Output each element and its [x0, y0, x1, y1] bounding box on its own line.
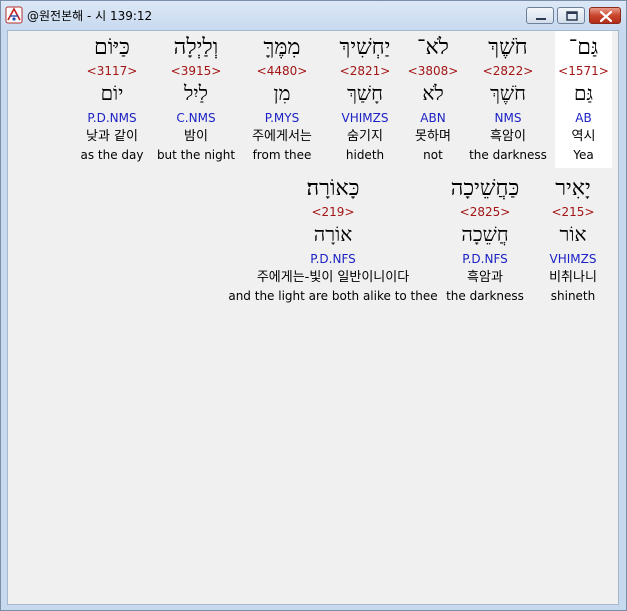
hebrew-word: מִמֶּךָּ [263, 35, 301, 60]
korean-gloss: 흑암과 [467, 270, 503, 285]
korean-gloss: 주에게는-빛이 일반이니이다 [256, 270, 410, 285]
strongs-number[interactable]: <2822> [467, 64, 549, 78]
morphology-code[interactable]: VHIMZS [329, 111, 401, 125]
strongs-number[interactable]: <2825> [441, 205, 529, 219]
strongs-number[interactable]: <3117> [72, 64, 152, 78]
app-window: @원전본해 - 시 139:12 גַּם־ <1571> גַּם AB 역시 [0, 0, 627, 611]
hebrew-word: וְלַיְלָה [173, 35, 219, 60]
word-gam[interactable]: גַּם־ <1571> גַּם AB 역시 Yea [555, 31, 612, 168]
korean-gloss: 낮과 같이 [86, 129, 138, 144]
english-gloss: shineth [550, 289, 596, 303]
word-kayyom[interactable]: כַּיּוֹם <3117> יוֹם P.D.NMS 낮과 같이 as th… [72, 31, 152, 168]
hebrew-lexeme: לַיִל [184, 81, 208, 105]
hebrew-lexeme: חֲשֵׁכָה [461, 222, 509, 246]
morphology-code[interactable]: VHIMZS [533, 252, 613, 266]
english-gloss: and the light are both alike to thee [228, 289, 438, 303]
english-gloss: hideth [345, 148, 385, 162]
hebrew-word: לֹא־ [417, 35, 449, 60]
morphology-code[interactable]: P.D.NFS [441, 252, 529, 266]
english-gloss: from thee [252, 148, 312, 162]
hebrew-lexeme: יוֹם [100, 81, 124, 105]
word-yachshik[interactable]: יַחְשִׁיךְ <2821> חָשַׁךְ VHIMZS 숨기지 hid… [329, 31, 401, 168]
hebrew-lexeme: גַּם [573, 81, 594, 105]
hebrew-word: כַּיּוֹם [94, 35, 130, 60]
hebrew-word: חֹשֶׁךְ [488, 35, 528, 60]
strongs-number[interactable]: <3808> [405, 64, 461, 78]
word-kaorah[interactable]: כָּאוֹרָה׃ <219> אוֹרָה P.D.NFS 주에게는-빛이 … [228, 172, 438, 309]
word-yair[interactable]: יָאִיר <215> אוֹר VHIMZS 비취나니 shineth [533, 172, 613, 309]
korean-gloss: 역시 [571, 129, 596, 144]
hebrew-lexeme: מִן [273, 81, 291, 105]
strongs-number[interactable]: <1571> [555, 64, 612, 78]
hebrew-lexeme: אוֹר [559, 222, 587, 246]
word-lo[interactable]: לֹא־ <3808> לֹא ABN 못하며 not [405, 31, 461, 168]
close-icon [599, 10, 613, 23]
hebrew-word: כָּאוֹרָה׃ [306, 176, 360, 201]
window-title: @원전본해 - 시 139:12 [27, 9, 153, 23]
morphology-code[interactable]: NMS [467, 111, 549, 125]
interlinear-panel: גַּם־ <1571> גַּם AB 역시 Yea חֹשֶׁךְ <282… [7, 30, 619, 605]
title-bar[interactable]: @원전본해 - 시 139:12 [1, 1, 626, 29]
word-choshek[interactable]: חֹשֶׁךְ <2822> חֹשֶׁךְ NMS 흑암이 the darkn… [467, 31, 549, 168]
word-kachasheykhah[interactable]: כַּחֲשֵׁיכָה <2825> חֲשֵׁכָה P.D.NFS 흑암과… [441, 172, 529, 309]
english-gloss: not [423, 148, 443, 162]
hebrew-word: יַחְשִׁיךְ [339, 35, 391, 60]
korean-gloss: 숨기지 [347, 129, 383, 144]
morphology-code[interactable]: ABN [405, 111, 461, 125]
maximize-button[interactable] [557, 7, 585, 24]
word-velaylah[interactable]: וְלַיְלָה <3915> לַיִל C.NMS 밤이 but the … [155, 31, 237, 168]
hebrew-lexeme: לֹא [422, 81, 444, 105]
morphology-code[interactable]: AB [555, 111, 612, 125]
hebrew-lexeme: אוֹרָה [313, 222, 353, 246]
morphology-code[interactable]: P.MYS [241, 111, 323, 125]
hebrew-word: כַּחֲשֵׁיכָה [450, 176, 520, 201]
app-logo-icon[interactable] [5, 6, 23, 24]
strongs-number[interactable]: <219> [228, 205, 438, 219]
strongs-number[interactable]: <4480> [241, 64, 323, 78]
hebrew-lexeme: חָשַׁךְ [347, 81, 383, 105]
morphology-code[interactable]: P.D.NMS [72, 111, 152, 125]
strongs-number[interactable]: <3915> [155, 64, 237, 78]
hebrew-word: גַּם־ [568, 35, 599, 60]
minimize-button[interactable] [526, 7, 554, 24]
morphology-code[interactable]: P.D.NFS [228, 252, 438, 266]
strongs-number[interactable]: <215> [533, 205, 613, 219]
english-gloss: as the day [80, 148, 144, 162]
close-button[interactable] [589, 7, 621, 24]
morphology-code[interactable]: C.NMS [155, 111, 237, 125]
english-gloss: but the night [156, 148, 236, 162]
minimize-icon [536, 18, 546, 20]
maximize-icon [566, 11, 578, 21]
strongs-number[interactable]: <2821> [329, 64, 401, 78]
hebrew-word: יָאִיר [555, 176, 591, 201]
english-gloss: the darkness [469, 148, 547, 162]
hebrew-lexeme: חֹשֶׁךְ [490, 81, 526, 105]
korean-gloss: 흑암이 [490, 129, 526, 144]
korean-gloss: 주에게서는 [252, 129, 312, 144]
english-gloss: Yea [573, 148, 594, 162]
korean-gloss: 밤이 [184, 129, 208, 144]
word-mimmeka[interactable]: מִמֶּךָּ <4480> מִן P.MYS 주에게서는 from the… [241, 31, 323, 168]
korean-gloss: 비취나니 [549, 270, 597, 285]
english-gloss: the darkness [446, 289, 524, 303]
korean-gloss: 못하며 [415, 129, 451, 144]
